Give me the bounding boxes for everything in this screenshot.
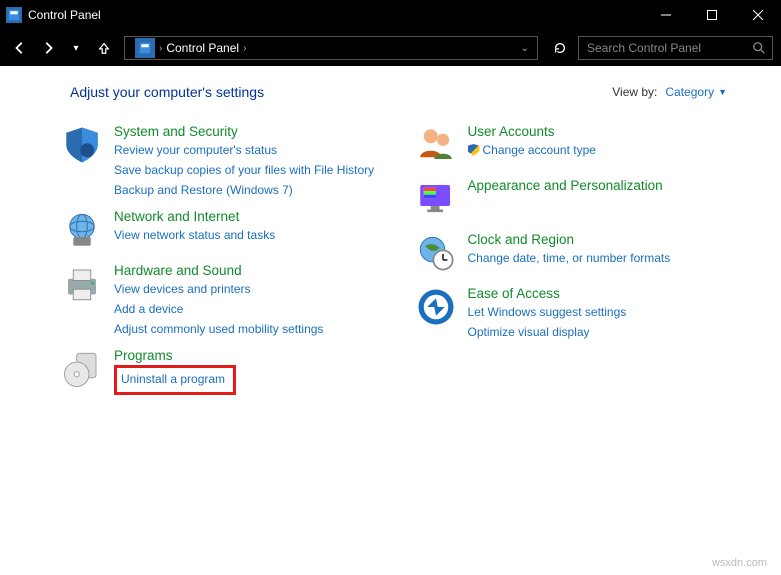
chevron-icon: ›: [159, 43, 162, 54]
task-link[interactable]: View network status and tasks: [114, 226, 275, 244]
right-column: User Accounts Change account type Appear…: [414, 124, 758, 405]
category-link[interactable]: Ease of Access: [468, 286, 627, 301]
titlebar: Control Panel: [0, 0, 781, 30]
printer-icon: [60, 263, 104, 307]
category-hardware-sound: Hardware and Sound View devices and prin…: [60, 263, 404, 338]
category-clock-region: Clock and Region Change date, time, or n…: [414, 232, 758, 276]
address-dropdown[interactable]: ⌄: [513, 43, 537, 54]
viewby: View by: Category ▼: [612, 85, 727, 99]
task-link[interactable]: View devices and printers: [114, 280, 323, 298]
refresh-button[interactable]: [546, 41, 574, 55]
category-system-security: System and Security Review your computer…: [60, 124, 404, 199]
task-link[interactable]: Save backup copies of your files with Fi…: [114, 161, 374, 179]
search-box[interactable]: [578, 36, 773, 60]
category-link[interactable]: Hardware and Sound: [114, 263, 323, 278]
forward-button[interactable]: [36, 36, 60, 60]
highlight-box: Uninstall a program: [114, 365, 236, 395]
breadcrumb-root[interactable]: Control Panel: [166, 41, 239, 55]
task-link[interactable]: Let Windows suggest settings: [468, 303, 627, 321]
monitor-icon: [414, 178, 458, 222]
people-icon: [414, 124, 458, 168]
back-button[interactable]: [8, 36, 32, 60]
shield-icon: [60, 124, 104, 168]
app-icon: [6, 7, 22, 23]
maximize-button[interactable]: [689, 0, 735, 30]
category-ease-of-access: Ease of Access Let Windows suggest setti…: [414, 286, 758, 341]
chevron-icon: ›: [243, 43, 246, 54]
task-link[interactable]: Optimize visual display: [468, 323, 627, 341]
category-link[interactable]: Clock and Region: [468, 232, 671, 247]
globe-icon: [60, 209, 104, 253]
task-link[interactable]: Change date, time, or number formats: [468, 249, 671, 267]
window-title: Control Panel: [28, 8, 101, 22]
search-input[interactable]: [585, 40, 745, 56]
navbar: ▾ › Control Panel › ⌄: [0, 30, 781, 66]
category-programs: Programs Uninstall a program: [60, 348, 404, 395]
viewby-label: View by:: [612, 85, 657, 99]
task-link-uninstall[interactable]: Uninstall a program: [121, 372, 225, 386]
category-link[interactable]: Appearance and Personalization: [468, 178, 663, 193]
viewby-dropdown[interactable]: Category ▼: [665, 85, 727, 99]
category-link[interactable]: Programs: [114, 348, 236, 363]
search-icon: [752, 41, 766, 55]
address-bar[interactable]: › Control Panel › ⌄: [124, 36, 538, 60]
page-title: Adjust your computer's settings: [70, 84, 264, 100]
category-link[interactable]: User Accounts: [468, 124, 596, 139]
close-button[interactable]: [735, 0, 781, 30]
category-network-internet: Network and Internet View network status…: [60, 209, 404, 253]
task-link[interactable]: Add a device: [114, 300, 323, 318]
task-link[interactable]: Adjust commonly used mobility settings: [114, 320, 323, 338]
task-link[interactable]: Backup and Restore (Windows 7): [114, 181, 374, 199]
category-link[interactable]: Network and Internet: [114, 209, 275, 224]
address-icon: [135, 38, 155, 58]
disc-icon: [60, 348, 104, 392]
content-area: Adjust your computer's settings View by:…: [0, 66, 781, 575]
watermark: wsxdn.com: [712, 557, 767, 569]
category-link[interactable]: System and Security: [114, 124, 374, 139]
left-column: System and Security Review your computer…: [60, 124, 404, 405]
chevron-down-icon: ▼: [718, 87, 727, 97]
task-link[interactable]: Change account type: [468, 141, 596, 159]
clock-globe-icon: [414, 232, 458, 276]
task-link[interactable]: Review your computer's status: [114, 141, 374, 159]
recent-locations-button[interactable]: ▾: [64, 36, 88, 60]
category-appearance-personalization: Appearance and Personalization: [414, 178, 758, 222]
ease-access-icon: [414, 286, 458, 330]
category-user-accounts: User Accounts Change account type: [414, 124, 758, 168]
up-button[interactable]: [92, 36, 116, 60]
minimize-button[interactable]: [643, 0, 689, 30]
